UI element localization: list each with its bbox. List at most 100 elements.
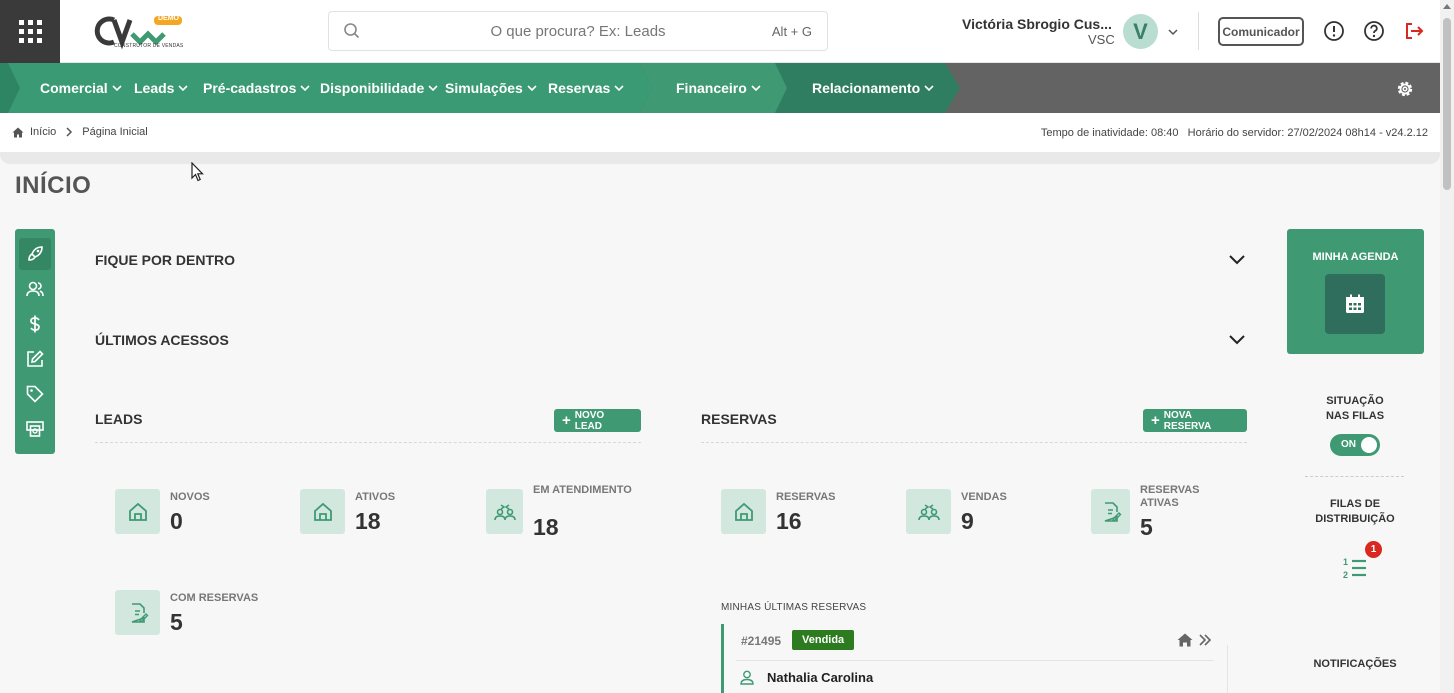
recent-reservations-title: MINHAS ÚLTIMAS RESERVAS	[721, 602, 867, 613]
nav-relacionamento[interactable]: Relacionamento	[812, 80, 934, 96]
chevron-down-icon	[527, 85, 537, 92]
stat-label: NOVOS	[170, 491, 210, 503]
atm-icon	[26, 421, 44, 437]
stat-value: 5	[170, 609, 183, 635]
nav-financeiro[interactable]: Financeiro	[676, 80, 761, 96]
home-icon[interactable]	[12, 127, 24, 138]
grid-icon	[18, 20, 42, 43]
apps-grid-button[interactable]	[0, 0, 60, 63]
reservation-card[interactable]: #21495 Vendida Nathalia Carolina	[721, 624, 1214, 693]
quick-menu-tags[interactable]	[19, 378, 51, 410]
user-icon	[740, 670, 754, 685]
help-icon[interactable]	[1363, 20, 1385, 42]
users-icon	[26, 281, 44, 297]
scrollbar[interactable]	[1440, 0, 1454, 693]
svg-text:2: 2	[1343, 570, 1348, 580]
section-fique-por-dentro[interactable]: FIQUE POR DENTRO	[95, 252, 235, 268]
scrollbar-thumb[interactable]	[1443, 18, 1451, 190]
house-icon	[300, 489, 345, 534]
chevron-down-icon	[751, 85, 761, 92]
document-edit-icon	[1091, 489, 1130, 534]
stat-value: 18	[533, 514, 559, 540]
section-ultimos-acessos[interactable]: ÚLTIMOS ACESSOS	[95, 332, 229, 348]
nav-simulacoes[interactable]: Simulações	[445, 80, 537, 96]
quick-menu-edit[interactable]	[19, 343, 51, 375]
logo[interactable]: DEMO CONSTRUTOR DE VENDAS	[94, 12, 194, 52]
stat-label: ATIVOS	[355, 491, 396, 503]
nav-reservas[interactable]: Reservas	[548, 80, 624, 96]
nav-disponibilidade[interactable]: Disponibilidade	[320, 80, 438, 96]
nav-leads[interactable]: Leads	[134, 80, 189, 96]
stat-label: COM RESERVAS	[170, 592, 259, 604]
stat-value: 5	[1140, 514, 1153, 540]
divider	[1198, 12, 1199, 50]
stat-value: 0	[170, 508, 183, 534]
agenda-card[interactable]: MINHA AGENDA	[1287, 229, 1424, 354]
stat-label: EM ATENDIMENTO	[533, 484, 632, 496]
edit-icon	[27, 350, 44, 367]
logout-icon[interactable]	[1403, 20, 1425, 42]
chevron-down-icon	[178, 85, 189, 92]
home-icon[interactable]	[1177, 633, 1193, 647]
svg-text:1: 1	[1343, 557, 1348, 567]
chevron-down-icon	[614, 85, 624, 92]
nav-pre-cadastros[interactable]: Pré-cadastros	[203, 80, 310, 96]
breadcrumb-home[interactable]: Início	[30, 126, 56, 138]
scroll-up-arrow-icon[interactable]	[1443, 4, 1451, 9]
chevron-down-icon	[300, 85, 310, 92]
leads-title: LEADS	[95, 411, 143, 427]
stat-label: RESERVAS ATIVAS	[1140, 484, 1200, 509]
quick-menu-launch[interactable]	[19, 238, 51, 270]
toggle-knob	[1361, 437, 1377, 453]
quick-menu-atm[interactable]	[19, 413, 51, 445]
status-badge: Vendida	[792, 630, 855, 650]
top-bar: DEMO CONSTRUTOR DE VENDAS O que procura?…	[0, 0, 1440, 63]
handshake-icon	[486, 489, 523, 534]
stat-value: 16	[776, 508, 802, 534]
notifications-title: NOTIFICAÇÕES	[1313, 658, 1397, 670]
breadcrumb-bar: Início Página Inicial Tempo de inativida…	[0, 113, 1440, 153]
notification-badge: 1	[1365, 541, 1382, 558]
chevron-down-icon	[112, 85, 122, 92]
communicator-button[interactable]: Comunicador	[1218, 17, 1304, 46]
chevron-down-icon	[924, 85, 934, 92]
stat-value: 18	[355, 508, 381, 534]
queues-toggle[interactable]: ON	[1330, 434, 1380, 456]
plus-icon: +	[562, 411, 571, 429]
user-company: VSC	[1088, 32, 1115, 47]
handshake-icon	[906, 489, 951, 534]
search-box[interactable]: O que procura? Ex: Leads Alt + G	[328, 11, 828, 51]
new-reservation-button[interactable]: + NOVA RESERVA	[1143, 409, 1247, 432]
divider	[95, 442, 641, 443]
info-icon[interactable]	[1323, 20, 1345, 42]
rocket-icon	[28, 246, 43, 261]
queues-title: SITUAÇÃO NAS FILAS	[1325, 395, 1385, 422]
divider	[736, 660, 1214, 661]
divider	[701, 442, 1247, 443]
chevron-down-icon[interactable]	[1228, 252, 1246, 266]
logo-badge: DEMO	[158, 15, 179, 22]
quick-menu-finance[interactable]	[19, 308, 51, 340]
divider	[0, 152, 1440, 164]
breadcrumb: Início Página Inicial	[12, 126, 148, 138]
search-input[interactable]: O que procura? Ex: Leads	[329, 23, 827, 40]
nav-comercial[interactable]: Comercial	[40, 80, 122, 96]
chevron-down-icon[interactable]	[1167, 26, 1179, 38]
ordered-list-icon[interactable]: 1 2	[1342, 556, 1368, 580]
reservation-client[interactable]: Nathalia Carolina	[767, 670, 873, 685]
gear-icon[interactable]	[1395, 79, 1415, 99]
chevron-down-icon[interactable]	[1228, 332, 1246, 346]
stat-label: VENDAS	[961, 491, 1007, 503]
new-lead-button[interactable]: + NOVO LEAD	[554, 409, 641, 432]
house-icon	[721, 489, 766, 534]
dollar-icon	[30, 315, 40, 333]
logo-tagline: CONSTRUTOR DE VENDAS	[114, 43, 184, 49]
house-icon	[115, 489, 160, 534]
quick-menu-people[interactable]	[19, 273, 51, 305]
avatar[interactable]: V	[1123, 14, 1158, 49]
user-name[interactable]: Victória Sbrogio Cus...	[962, 16, 1112, 32]
breadcrumb-current: Página Inicial	[82, 126, 148, 138]
search-shortcut: Alt + G	[771, 24, 812, 39]
double-chevron-right-icon[interactable]	[1198, 634, 1212, 646]
mouse-cursor-icon	[191, 162, 204, 182]
